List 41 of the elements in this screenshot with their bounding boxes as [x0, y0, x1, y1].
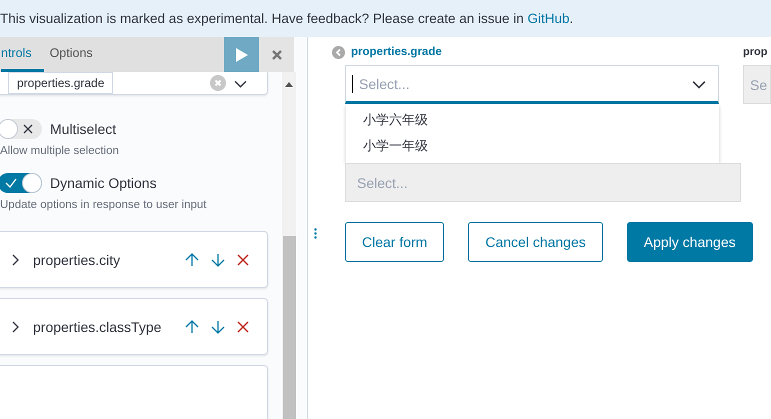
help-text: Allow multiple selection: [0, 145, 120, 157]
close-icon: [237, 320, 249, 332]
dropdown-option[interactable]: 小学一年级: [346, 133, 719, 159]
form-button[interactable]: Cancel changes: [468, 222, 603, 262]
toggle-label: Multiselect: [50, 121, 116, 137]
field-select[interactable]: properties.grade: [8, 72, 114, 94]
apply-button[interactable]: [224, 37, 259, 72]
toggle-switch[interactable]: [0, 173, 42, 193]
control-label: properties.grade: [351, 46, 442, 58]
toggle-switch[interactable]: [0, 119, 42, 139]
arrow-down-icon: [211, 252, 225, 266]
editor-tab[interactable]: Options: [50, 37, 105, 72]
arrow-up-icon: [185, 320, 199, 334]
play-icon: [234, 46, 248, 62]
scroll-up-icon[interactable]: [285, 82, 293, 87]
move-up-button[interactable]: [185, 320, 199, 334]
toggle-label: Dynamic Options: [50, 175, 157, 191]
remove-button[interactable]: [237, 254, 249, 266]
dropdown-option[interactable]: 小学六年级: [346, 107, 719, 133]
move-down-button[interactable]: [211, 252, 225, 266]
github-link[interactable]: GitHub: [528, 11, 570, 26]
close-icon: [272, 50, 282, 60]
control-label: prop: [743, 46, 768, 58]
arrow-down-icon: [211, 320, 225, 334]
close-icon: [237, 254, 249, 266]
discard-button[interactable]: [259, 37, 294, 72]
resize-handle-icon[interactable]: [314, 228, 316, 238]
arrow-up-icon: [185, 252, 199, 266]
remove-button[interactable]: [237, 320, 249, 332]
scrollbar[interactable]: [282, 72, 296, 419]
select-field[interactable]: Select...: [345, 65, 719, 104]
check-icon: [5, 178, 17, 188]
form-button[interactable]: Apply changes: [626, 222, 753, 262]
cross-icon: [23, 124, 33, 134]
control-name: properties.city: [33, 252, 122, 268]
form-button[interactable]: Clear form: [345, 222, 444, 262]
help-text: Update options in response to user input: [0, 199, 208, 211]
experimental-notice: This visualization is marked as experimental. Have feedback? Please create an issue in GitHub.: [0, 11, 574, 26]
move-up-button[interactable]: [185, 252, 199, 266]
move-down-button[interactable]: [211, 320, 225, 334]
control-name: properties.classType: [33, 318, 162, 334]
